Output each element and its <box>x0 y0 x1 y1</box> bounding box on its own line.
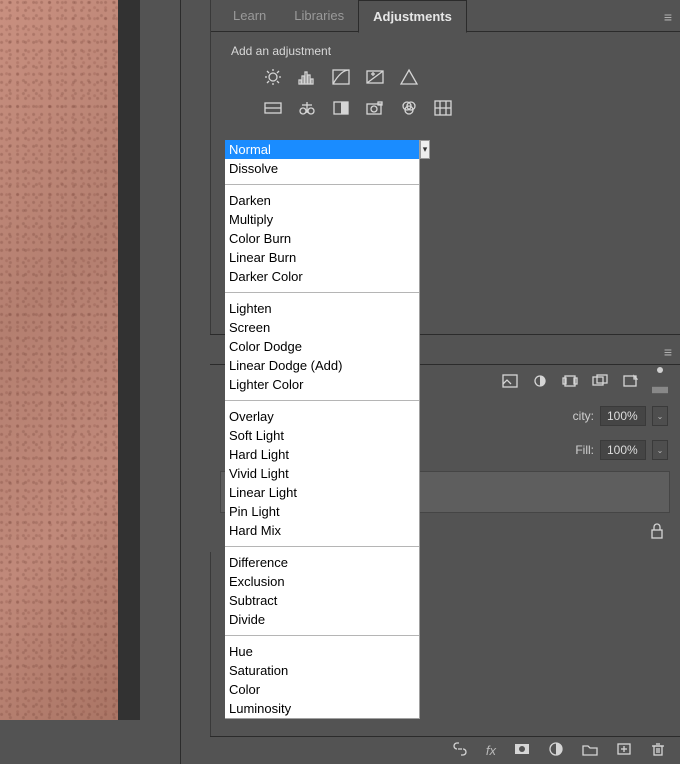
link-layers-icon[interactable] <box>452 742 468 759</box>
blend-mode-option[interactable]: Lighter Color <box>225 375 419 394</box>
curves-icon[interactable] <box>331 68 351 89</box>
photo-filter-icon[interactable] <box>365 99 385 120</box>
blend-mode-option[interactable]: Linear Burn <box>225 248 419 267</box>
filter-type-icon[interactable] <box>562 374 578 391</box>
blend-mode-option[interactable]: Darken <box>225 191 419 210</box>
levels-icon[interactable] <box>297 68 317 89</box>
blend-mode-option[interactable]: Pin Light <box>225 502 419 521</box>
blend-mode-option[interactable]: Lighten <box>225 299 419 318</box>
blend-mode-option[interactable]: Color Dodge <box>225 337 419 356</box>
blend-mode-option[interactable]: Subtract <box>225 591 419 610</box>
opacity-label: city: <box>573 409 594 423</box>
new-layer-icon[interactable] <box>616 742 632 759</box>
menu-separator <box>225 400 419 401</box>
blend-mode-option[interactable]: Dissolve <box>225 159 419 178</box>
blend-mode-option[interactable]: Darker Color <box>225 267 419 286</box>
hue-saturation-icon[interactable] <box>263 99 283 120</box>
blend-mode-option[interactable]: Vivid Light <box>225 464 419 483</box>
exposure-icon[interactable] <box>365 68 385 89</box>
blend-mode-option[interactable]: Difference <box>225 553 419 572</box>
tab-adjustments[interactable]: Adjustments <box>358 0 467 33</box>
blend-mode-option[interactable]: Color Burn <box>225 229 419 248</box>
adjustment-layer-icon[interactable] <box>548 742 564 759</box>
blend-mode-option[interactable]: Hue <box>225 642 419 661</box>
layers-footer: fx <box>210 736 680 764</box>
fill-label: Fill: <box>575 443 594 457</box>
blend-mode-option[interactable]: Exclusion <box>225 572 419 591</box>
blend-mode-option[interactable]: Linear Dodge (Add) <box>225 356 419 375</box>
layer-style-icon[interactable]: fx <box>486 743 496 758</box>
opacity-input[interactable]: 100% <box>600 406 646 426</box>
delete-layer-icon[interactable] <box>650 742 666 759</box>
brightness-contrast-icon[interactable] <box>263 68 283 89</box>
filter-image-icon[interactable] <box>502 374 518 391</box>
blend-mode-option[interactable]: Linear Light <box>225 483 419 502</box>
panel-divider <box>180 0 181 764</box>
filter-shape-icon[interactable] <box>592 374 608 391</box>
add-adjustment-label: Add an adjustment <box>211 32 680 64</box>
layers-panel-menu-icon[interactable]: ≡ <box>664 344 672 360</box>
adjustment-icons-row1 <box>211 64 680 95</box>
filter-toggle-pin[interactable] <box>652 367 668 397</box>
menu-separator <box>225 184 419 185</box>
filter-smart-icon[interactable] <box>622 374 638 391</box>
fill-input[interactable]: 100% <box>600 440 646 460</box>
document-image[interactable] <box>0 0 118 720</box>
vibrance-icon[interactable] <box>399 68 419 89</box>
blend-mode-dropdown[interactable]: NormalDissolveDarkenMultiplyColor BurnLi… <box>225 140 420 719</box>
menu-separator <box>225 292 419 293</box>
blend-mode-option[interactable]: Soft Light <box>225 426 419 445</box>
layer-mask-icon[interactable] <box>514 742 530 759</box>
tab-learn[interactable]: Learn <box>219 0 280 31</box>
blend-mode-option[interactable]: Hard Light <box>225 445 419 464</box>
blend-dropdown-button[interactable]: ▾ <box>420 140 430 159</box>
color-lookup-icon[interactable] <box>433 99 453 120</box>
blend-mode-option[interactable]: Saturation <box>225 661 419 680</box>
blend-mode-option[interactable]: Divide <box>225 610 419 629</box>
adjustments-tabs: Learn Libraries Adjustments ≡ <box>211 0 680 32</box>
black-white-icon[interactable] <box>331 99 351 120</box>
blend-mode-option[interactable]: Hard Mix <box>225 521 419 540</box>
panel-menu-icon[interactable]: ≡ <box>664 9 672 25</box>
blend-mode-option[interactable]: Screen <box>225 318 419 337</box>
canvas-area <box>0 0 140 720</box>
blend-mode-option[interactable]: Multiply <box>225 210 419 229</box>
color-balance-icon[interactable] <box>297 99 317 120</box>
adjustment-icons-row2 <box>211 95 680 126</box>
blend-mode-option[interactable]: Overlay <box>225 407 419 426</box>
fill-dropdown-button[interactable]: ⌄ <box>652 440 668 460</box>
tab-libraries[interactable]: Libraries <box>280 0 358 31</box>
blend-mode-option[interactable]: Color <box>225 680 419 699</box>
channel-mixer-icon[interactable] <box>399 99 419 120</box>
menu-separator <box>225 635 419 636</box>
blend-mode-option[interactable]: Normal <box>225 140 419 159</box>
blend-mode-option[interactable]: Luminosity <box>225 699 419 718</box>
opacity-dropdown-button[interactable]: ⌄ <box>652 406 668 426</box>
lock-icon[interactable] <box>650 523 664 542</box>
group-icon[interactable] <box>582 742 598 759</box>
menu-separator <box>225 546 419 547</box>
filter-adjustment-icon[interactable] <box>532 374 548 391</box>
